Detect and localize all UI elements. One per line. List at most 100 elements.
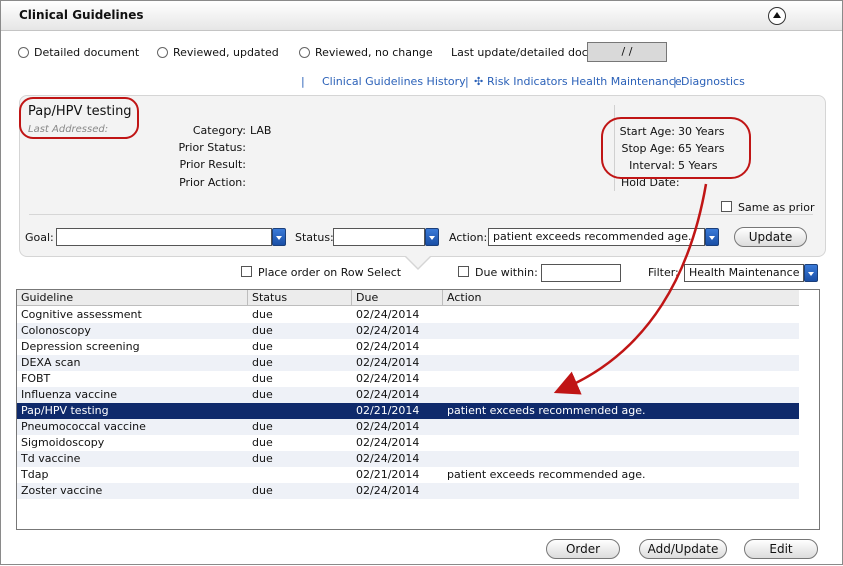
annotation-circle-ages [601,117,751,179]
table-row[interactable]: Depression screening due 02/24/2014 [17,339,799,355]
order-button[interactable]: Order [546,539,620,559]
table-row[interactable]: FOBT due 02/24/2014 [17,371,799,387]
cell-due: 02/24/2014 [356,308,420,321]
cell-status: due [252,372,273,385]
cell-guideline: Cognitive assessment [21,308,142,321]
table-row[interactable]: Cognitive assessment due 02/24/2014 [17,307,799,323]
table-header: Guideline Status Due Action [17,290,799,306]
table-row[interactable]: Pap/HPV testing 02/21/2014 patient exceeds… [17,403,799,419]
chevron-down-icon[interactable] [272,228,286,246]
cell-guideline: Pneumococcal vaccine [21,420,146,433]
clinical-guidelines-window: Clinical Guidelines Detailed document Re… [0,0,843,565]
radio-label-reviewed-updated: Reviewed, updated [173,46,279,59]
link-clinical-guidelines-history[interactable]: Clinical Guidelines History [322,75,466,88]
link-separator: | [673,75,677,88]
action-field[interactable]: patient exceeds recommended age. [488,228,705,246]
cell-status: due [252,308,273,321]
cell-status: due [252,436,273,449]
radio-reviewed-no-change[interactable] [299,47,310,58]
title-bar: Clinical Guidelines [1,1,842,31]
same-as-prior-label: Same as prior [738,201,815,214]
cell-guideline: Sigmoidoscopy [21,436,105,449]
chevron-down-icon[interactable] [705,228,719,246]
radio-detailed-document[interactable] [18,47,29,58]
cell-guideline: Colonoscopy [21,324,91,337]
status-label: Status: [295,231,334,244]
radio-reviewed-updated[interactable] [157,47,168,58]
cell-due: 02/21/2014 [356,404,420,417]
link-separator: | [301,75,305,88]
panel-separator [29,214,813,215]
filter-field[interactable]: Health Maintenance [684,264,804,282]
last-update-date-field[interactable]: / / [587,42,667,62]
annotation-circle-name [19,97,139,139]
cell-guideline: FOBT [21,372,51,385]
cell-status: due [252,340,273,353]
column-header-due[interactable]: Due [352,290,443,306]
cell-due: 02/24/2014 [356,340,420,353]
same-as-prior-checkbox[interactable] [721,201,732,212]
column-header-status[interactable]: Status [248,290,352,306]
cell-guideline: Pap/HPV testing [21,404,109,417]
due-within-label: Due within: [475,266,538,279]
action-label: Action: [449,231,488,244]
cell-due: 02/24/2014 [356,356,420,369]
radio-label-reviewed-no-change: Reviewed, no change [315,46,433,59]
radio-label-detailed: Detailed document [34,46,140,59]
cell-action: patient exceeds recommended age. [447,404,646,417]
table-row[interactable]: Tdap 02/21/2014 patient exceeds recommende… [17,467,799,483]
place-order-checkbox[interactable] [241,266,252,277]
chevron-down-icon[interactable] [425,228,439,246]
table-row[interactable]: Zoster vaccine due 02/24/2014 [17,483,799,499]
prior-action-label: Prior Action: [179,176,246,189]
last-update-label: Last update/detailed doc: [451,46,592,59]
due-within-checkbox[interactable] [458,266,469,277]
table-row[interactable]: Colonoscopy due 02/24/2014 [17,323,799,339]
cell-status: due [252,452,273,465]
link-risk-indicators[interactable]: Risk Indicators Health Maintenance [487,75,682,88]
cell-guideline: Tdap [21,468,49,481]
table-row[interactable]: Pneumococcal vaccine due 02/24/2014 [17,419,799,435]
goal-label: Goal: [25,231,54,244]
link-separator: | [465,75,469,88]
cell-due: 02/24/2014 [356,372,420,385]
cell-status: due [252,484,273,497]
table-row[interactable]: Influenza vaccine due 02/24/2014 [17,387,799,403]
category-label: Category: [192,124,246,137]
goal-field[interactable] [56,228,272,246]
due-within-field[interactable] [541,264,621,282]
category-value: LAB [250,124,272,137]
prior-status-label: Prior Status: [178,141,246,154]
cell-status: due [252,388,273,401]
table-row[interactable]: DEXA scan due 02/24/2014 [17,355,799,371]
link-diagnostics[interactable]: Diagnostics [681,75,745,88]
cell-guideline: Influenza vaccine [21,388,118,401]
cell-guideline: Zoster vaccine [21,484,103,497]
cell-guideline: Depression screening [21,340,140,353]
cell-due: 02/24/2014 [356,324,420,337]
chevron-down-icon[interactable] [804,264,818,282]
cell-action: patient exceeds recommended age. [447,468,646,481]
column-header-action[interactable]: Action [443,290,799,306]
table-row[interactable]: Td vaccine due 02/24/2014 [17,451,799,467]
chevron-up-icon[interactable] [768,7,786,25]
panel-pointer-fill [405,255,431,268]
filter-label: Filter: [648,266,679,279]
prior-result-label: Prior Result: [179,158,246,171]
guidelines-table: Guideline Status Due Action Cognitive as… [16,289,820,530]
cell-due: 02/24/2014 [356,452,420,465]
status-field[interactable] [333,228,425,246]
cell-due: 02/24/2014 [356,436,420,449]
cell-due: 02/24/2014 [356,420,420,433]
cell-status: due [252,356,273,369]
column-header-guideline[interactable]: Guideline [17,290,248,306]
add-update-button[interactable]: Add/Update [639,539,727,559]
edit-button[interactable]: Edit [744,539,818,559]
table-row[interactable]: Sigmoidoscopy due 02/24/2014 [17,435,799,451]
cell-status: due [252,420,273,433]
cell-status: due [252,324,273,337]
cell-due: 02/21/2014 [356,468,420,481]
cell-guideline: DEXA scan [21,356,81,369]
cell-guideline: Td vaccine [21,452,81,465]
update-button[interactable]: Update [734,227,807,247]
